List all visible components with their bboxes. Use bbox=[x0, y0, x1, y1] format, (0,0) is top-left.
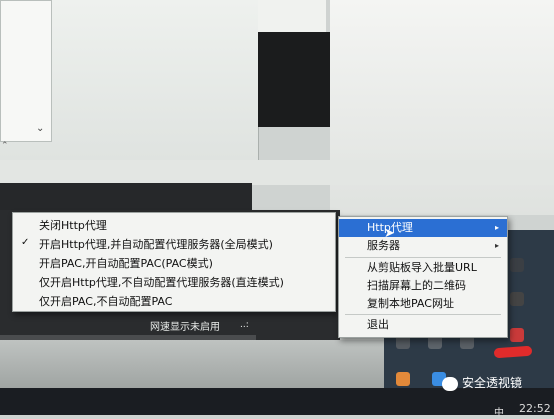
scroll-arrow-icon[interactable]: ⌃ bbox=[1, 141, 9, 151]
menu-separator bbox=[345, 257, 501, 258]
menu-separator bbox=[345, 314, 501, 315]
submenu-arrow-icon: ▸ bbox=[494, 223, 499, 232]
resize-grip-icon: ..: bbox=[240, 320, 249, 330]
menu-item-pac-only[interactable]: 仅开启PAC,不自动配置PAC bbox=[39, 293, 172, 309]
menu-item-global-mode[interactable]: 开启Http代理,并自动配置代理服务器(全局模式) bbox=[39, 236, 273, 252]
watermark: 安全透视镜 bbox=[442, 374, 554, 396]
background-dark-block bbox=[258, 32, 330, 127]
menu-item-label: 复制本地PAC网址 bbox=[367, 297, 454, 310]
menu-item-scan-qr-code[interactable]: 扫描屏幕上的二维码 bbox=[339, 277, 507, 295]
menu-item-label: 从剪贴板导入批量URL bbox=[367, 261, 477, 274]
background-listbox: ⌄ ⌃ bbox=[0, 0, 52, 151]
menu-item-copy-pac-url[interactable]: 复制本地PAC网址 bbox=[339, 295, 507, 313]
menu-item-import-from-clipboard[interactable]: 从剪贴板导入批量URL bbox=[339, 259, 507, 277]
checkmark-icon: ✓ bbox=[21, 237, 30, 248]
menu-item-label: 扫描屏幕上的二维码 bbox=[367, 279, 466, 292]
background-strip bbox=[258, 0, 326, 32]
menu-item-servers[interactable]: 服务器 ▸ bbox=[339, 237, 507, 255]
menu-item-direct-mode[interactable]: 仅开启Http代理,不自动配置代理服务器(直连模式) bbox=[39, 274, 284, 290]
ime-indicator[interactable]: 中 bbox=[494, 404, 504, 419]
menu-item-http-proxy[interactable]: Http代理 ▸ bbox=[339, 219, 507, 237]
menu-item-exit[interactable]: 退出 bbox=[339, 316, 507, 334]
background-band bbox=[0, 160, 554, 185]
menu-item-disable-http-proxy[interactable]: 关闭Http代理 bbox=[39, 217, 107, 233]
menu-item-label: 退出 bbox=[367, 318, 389, 331]
chevron-down-icon[interactable]: ⌄ bbox=[36, 123, 44, 134]
submenu-arrow-icon: ▸ bbox=[494, 241, 499, 250]
tray-app-icon[interactable] bbox=[510, 292, 524, 306]
watermark-text: 安全透视镜 bbox=[462, 376, 523, 390]
http-proxy-submenu: 关闭Http代理 ✓ 开启Http代理,并自动配置代理服务器(全局模式) 开启P… bbox=[12, 212, 336, 312]
taskbar-clock[interactable]: 22:52 bbox=[519, 402, 551, 415]
mouse-cursor-icon: ➤ bbox=[384, 226, 395, 241]
tray-app-icon[interactable] bbox=[510, 258, 524, 272]
tray-context-menu: Http代理 ▸ 服务器 ▸ 从剪贴板导入批量URL 扫描屏幕上的二维码 复制本… bbox=[338, 216, 508, 338]
menu-item-pac-mode[interactable]: 开启PAC,开自动配置PAC(PAC模式) bbox=[39, 255, 213, 271]
wechat-icon bbox=[442, 376, 458, 391]
background-dark-band bbox=[0, 183, 252, 213]
tray-app-icon[interactable] bbox=[396, 372, 410, 386]
tray-app-icon[interactable] bbox=[510, 328, 524, 342]
speed-display-status: 网速显示未启用 bbox=[150, 322, 220, 333]
